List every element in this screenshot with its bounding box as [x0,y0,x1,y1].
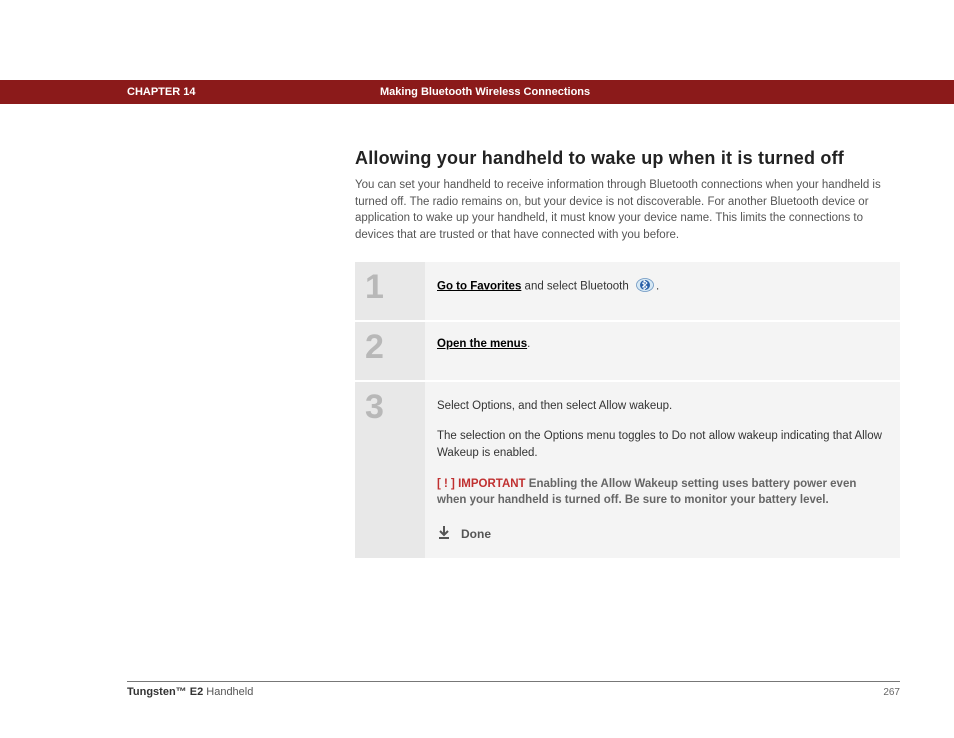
header-bar-inner: CHAPTER 14 Making Bluetooth Wireless Con… [127,80,900,104]
done-icon [437,525,451,542]
step3-text-2: The selection on the Options menu toggle… [437,428,884,461]
page-root: CHAPTER 14 Making Bluetooth Wireless Con… [0,0,954,738]
go-to-favorites-link[interactable]: Go to Favorites [437,280,521,292]
bluetooth-icon [636,278,654,295]
done-row: Done [437,525,884,542]
section-intro: You can set your handheld to receive inf… [355,177,900,244]
step-body: Open the menus. [425,322,900,380]
open-the-menus-link[interactable]: Open the menus [437,338,527,350]
step-2: 2 Open the menus. [355,320,900,380]
step-number-cell: 1 [355,262,425,320]
important-tag: [ ! ] IMPORTANT [437,478,526,490]
step3-text-1: Select Options, and then select Allow wa… [437,398,884,415]
step-1: 1 Go to Favorites and select Bluetooth . [355,262,900,320]
done-label: Done [461,527,491,541]
step-number-cell: 2 [355,322,425,380]
step-tail: . [527,338,530,350]
content-column: Allowing your handheld to wake up when i… [355,148,900,558]
page-footer: Tungsten™ E2 Handheld 267 [127,681,900,698]
step-number-cell: 3 [355,382,425,558]
steps-list: 1 Go to Favorites and select Bluetooth . [355,262,900,558]
page-number: 267 [883,687,900,698]
step-body: Go to Favorites and select Bluetooth . [425,262,900,320]
header-bar: CHAPTER 14 Making Bluetooth Wireless Con… [0,80,954,104]
step-3: 3 Select Options, and then select Allow … [355,380,900,558]
step-number: 3 [365,390,425,424]
step-number: 2 [365,330,425,364]
chapter-label: CHAPTER 14 [127,86,380,98]
important-note: [ ! ] IMPORTANT Enabling the Allow Wakeu… [437,476,884,509]
footer-product-rest: Handheld [203,686,253,698]
step-number: 1 [365,270,425,304]
footer-product-bold: Tungsten™ E2 [127,686,203,698]
step-tail: . [656,280,659,292]
section-title: Allowing your handheld to wake up when i… [355,148,900,169]
footer-product: Tungsten™ E2 Handheld [127,686,253,698]
step-body: Select Options, and then select Allow wa… [425,382,900,558]
step-text: and select Bluetooth [521,280,632,292]
chapter-title: Making Bluetooth Wireless Connections [380,86,900,98]
